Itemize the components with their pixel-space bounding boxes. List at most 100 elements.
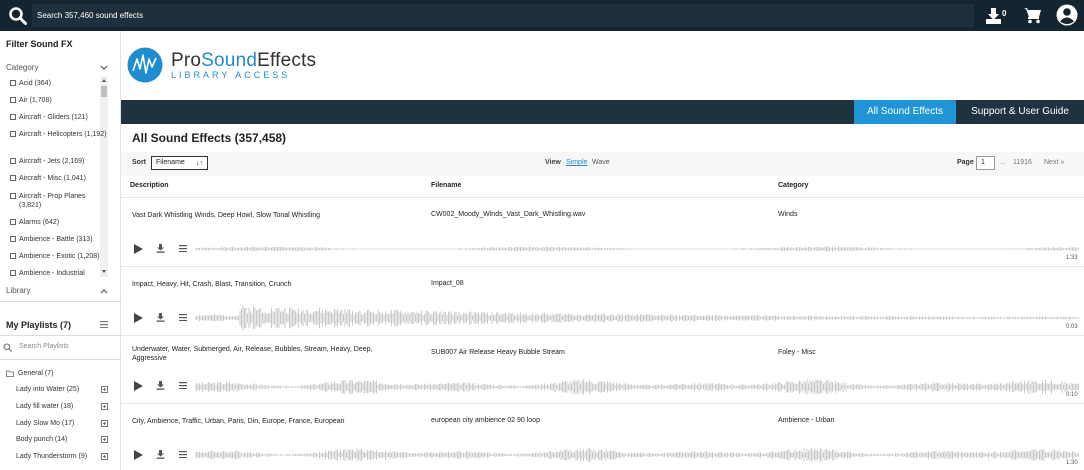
- playlist-item[interactable]: Lady into Water (25): [16, 386, 79, 393]
- divider: [121, 197, 1084, 198]
- playlist-search-input[interactable]: Search Playlists: [19, 343, 69, 350]
- divider: [0, 335, 121, 336]
- menu-icon[interactable]: [179, 245, 187, 252]
- checkbox[interactable]: [10, 236, 16, 242]
- play-icon[interactable]: [134, 381, 143, 391]
- checkbox[interactable]: [10, 253, 16, 259]
- row-category: Winds: [778, 211, 798, 218]
- column-header-category[interactable]: Category: [778, 182, 808, 189]
- search-input[interactable]: Search 357,460 sound effects: [32, 4, 974, 27]
- add-icon[interactable]: [101, 453, 108, 460]
- page-title: All Sound Effects (357,458): [132, 131, 287, 145]
- row-description: Impact, Heavy, Hit, Crash, Blast, Transi…: [132, 281, 292, 288]
- cart-icon[interactable]: [1024, 7, 1042, 24]
- folder-icon: [6, 370, 14, 377]
- column-header-filename[interactable]: Filename: [431, 182, 461, 189]
- sort-order-icon: ↓↑: [196, 160, 203, 167]
- user-icon[interactable]: [1056, 4, 1078, 26]
- checkbox[interactable]: [10, 158, 16, 164]
- view-simple-link[interactable]: Simple: [566, 159, 587, 166]
- row-filename: CW002_Moody_Winds_Vast_Dark_Whistling.wa…: [431, 211, 586, 218]
- download-icon[interactable]: [156, 381, 165, 390]
- menu-icon[interactable]: [179, 451, 187, 458]
- category-item[interactable]: Aircraft - Gliders (121): [10, 113, 108, 122]
- category-label[interactable]: Category: [6, 63, 38, 72]
- brand-logo[interactable]: [127, 47, 163, 83]
- view-wave-link[interactable]: Wave: [592, 159, 610, 166]
- add-icon[interactable]: [101, 386, 108, 393]
- play-icon[interactable]: [134, 313, 143, 323]
- download-icon[interactable]: [156, 450, 165, 459]
- next-page-link[interactable]: Next »: [1044, 159, 1064, 166]
- sidebar: Filter Sound FX Category Acid (364) Air …: [0, 31, 121, 470]
- chevron-up-icon[interactable]: [100, 288, 108, 294]
- download-icon[interactable]: [985, 6, 1013, 26]
- nav-support[interactable]: Support & User Guide: [958, 100, 1082, 124]
- waveform-path: [195, 448, 1079, 462]
- view-label: View: [545, 159, 561, 166]
- category-item[interactable]: Ambience - Battle (313): [10, 235, 108, 244]
- play-icon[interactable]: [134, 450, 143, 460]
- checkbox[interactable]: [10, 270, 16, 276]
- playlist-item[interactable]: Lady fill water (18): [16, 403, 73, 410]
- checkbox[interactable]: [10, 80, 16, 86]
- library-label[interactable]: Library: [6, 286, 30, 295]
- waveform[interactable]: [195, 441, 1080, 469]
- checkbox[interactable]: [10, 175, 16, 181]
- playlist-item[interactable]: Body punch (14): [16, 436, 67, 443]
- checkbox[interactable]: [10, 219, 16, 225]
- category-item[interactable]: Air (1,708): [10, 96, 108, 105]
- add-icon[interactable]: [101, 420, 108, 427]
- menu-icon[interactable]: [179, 314, 187, 321]
- category-item[interactable]: Aircraft - Misc (1,041): [10, 174, 108, 183]
- sort-select[interactable]: Filename ↓↑: [151, 156, 208, 170]
- waveform-path: [195, 305, 1079, 331]
- nav-all-sound-effects[interactable]: All Sound Effects: [854, 100, 956, 124]
- column-header-description[interactable]: Description: [130, 182, 169, 189]
- row-description: Vast Dark Whistling Winds, Deep Howl, Sl…: [132, 212, 321, 219]
- category-item[interactable]: Ambience - Exotic (1,208): [10, 252, 108, 261]
- waveform[interactable]: [195, 373, 1080, 401]
- playlist-item[interactable]: Lady Thunderstorm (9): [16, 453, 87, 460]
- checkbox[interactable]: [10, 97, 16, 103]
- checkbox[interactable]: [10, 131, 16, 137]
- waveform-path: [195, 246, 1079, 252]
- add-icon[interactable]: [101, 436, 108, 443]
- menu-icon[interactable]: [100, 321, 108, 328]
- category-item[interactable]: Aircraft - Helicopters (1,192): [10, 130, 108, 139]
- category-item[interactable]: Ambience - Industrial: [10, 269, 108, 278]
- waveform[interactable]: [195, 304, 1080, 332]
- category-item[interactable]: Acid (364): [10, 79, 108, 88]
- download-icon[interactable]: [156, 244, 165, 253]
- download-icon[interactable]: [156, 313, 165, 322]
- search-icon[interactable]: [8, 6, 28, 26]
- sort-label: Sort: [132, 159, 146, 166]
- page-input[interactable]: 1: [976, 156, 995, 170]
- chevron-down-icon[interactable]: [100, 65, 108, 71]
- download-count: 0: [1002, 9, 1007, 18]
- row-filename: Impact_08: [431, 280, 464, 287]
- checkbox[interactable]: [10, 114, 16, 120]
- divider: [121, 266, 1084, 267]
- duration: 1:30: [1066, 460, 1078, 466]
- play-icon[interactable]: [134, 244, 143, 254]
- playlist-item[interactable]: Lady Slow Mo (17): [16, 420, 74, 427]
- divider: [121, 403, 1084, 404]
- duration: 1:33: [1066, 255, 1078, 261]
- page-ellipsis: ...: [1000, 159, 1006, 166]
- playlists-title: My Playlists (7): [6, 320, 72, 330]
- waveform[interactable]: [195, 235, 1080, 263]
- menu-icon[interactable]: [179, 382, 187, 389]
- category-item[interactable]: Aircraft - Jets (2,169): [10, 157, 108, 166]
- page-last-link[interactable]: 11916: [1013, 159, 1032, 166]
- checkbox[interactable]: [10, 193, 16, 199]
- playlist-folder[interactable]: General (7): [18, 370, 53, 377]
- brand-name: ProSoundEffects: [171, 50, 317, 71]
- page-label: Page: [957, 159, 974, 166]
- brand-subtitle: LIBRARY ACCESS: [171, 70, 291, 80]
- row-filename: SUB007 Air Release Heavy Bubble Stream: [431, 349, 565, 356]
- waveform-path: [195, 379, 1079, 395]
- add-icon[interactable]: [101, 403, 108, 410]
- category-item[interactable]: Aircraft - Prop Planes (3,821): [10, 192, 108, 210]
- category-item[interactable]: Alarms (642): [10, 218, 108, 227]
